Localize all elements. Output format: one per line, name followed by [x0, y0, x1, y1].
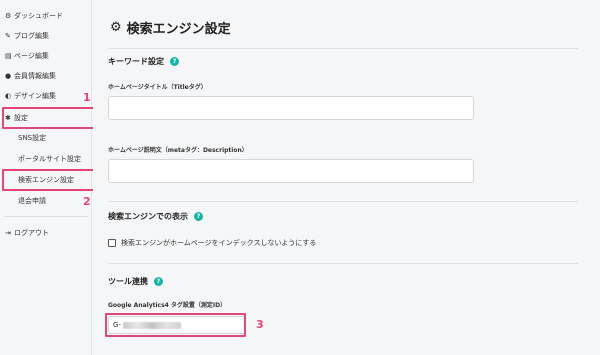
description-label: ホームページ説明文（metaタグ：Description） [108, 147, 248, 154]
help-icon[interactable]: ? [170, 57, 179, 66]
sidebar-item-design[interactable]: ◐ デザイン編集 [0, 86, 92, 106]
annotation-number-3: 3 [256, 318, 264, 331]
divider [108, 263, 578, 264]
pencil-icon: ✎ [5, 32, 11, 40]
noindex-label: 検索エンジンがホームページをインデックスしないようにする [121, 239, 317, 247]
section-title-display: 検索エンジンでの表示 ? [108, 211, 203, 222]
noindex-option[interactable]: 検索エンジンがホームページをインデックスしないようにする [108, 238, 316, 248]
sidebar-item-label: ブログ編集 [14, 32, 49, 40]
highlight-search-engine [2, 169, 96, 191]
user-icon: ● [5, 72, 12, 80]
description-input[interactable] [108, 159, 474, 183]
help-icon[interactable]: ? [154, 277, 163, 286]
sidebar-item-dashboard[interactable]: ⚙ ダッシュボード [0, 6, 92, 26]
help-icon[interactable]: ? [194, 212, 203, 221]
sidebar-subitem-sns[interactable]: SNS設定 [0, 128, 92, 148]
sidebar-subitem-portal[interactable]: ポータルサイト設定 [0, 149, 92, 169]
gear-icon: ⚙ [110, 20, 122, 35]
sidebar-subitem-withdraw[interactable]: 退会申請 [0, 191, 92, 211]
highlight-ga4-input [105, 313, 246, 337]
sidebar-item-label: ダッシュボード [14, 12, 63, 20]
palette-icon: ◐ [5, 92, 12, 100]
sidebar-subitem-label: 退会申請 [18, 197, 46, 205]
sidebar-item-label: ページ編集 [14, 52, 49, 60]
divider [108, 48, 578, 49]
logout-icon: ⇥ [5, 229, 11, 237]
ga4-label: Google Analytics4 タグ設置（測定ID） [108, 302, 227, 309]
pages-icon: ▤ [5, 52, 12, 60]
sidebar-subitem-label: SNS設定 [18, 134, 47, 142]
section-title-keyword: キーワード設定 ? [108, 56, 179, 67]
sidebar-subitem-label: ポータルサイト設定 [18, 155, 81, 163]
sliders-icon: ⚙ [5, 12, 12, 20]
section-title-tools: ツール連携 ? [108, 276, 163, 287]
highlight-settings [2, 107, 96, 129]
sidebar-divider [4, 216, 88, 217]
sidebar-item-label: 会員情報編集 [14, 72, 56, 80]
annotation-number-2: 2 [83, 195, 91, 208]
sidebar-item-logout[interactable]: ⇥ ログアウト [0, 223, 92, 243]
sidebar-item-label: デザイン編集 [14, 92, 56, 100]
sidebar-item-blog[interactable]: ✎ ブログ編集 [0, 26, 92, 46]
divider [108, 201, 578, 202]
sidebar-item-pages[interactable]: ▤ ページ編集 [0, 46, 92, 66]
noindex-checkbox[interactable] [108, 239, 116, 247]
annotation-number-1: 1 [83, 91, 91, 104]
homepage-title-input[interactable] [108, 96, 474, 120]
sidebar-item-member[interactable]: ● 会員情報編集 [0, 66, 92, 86]
sidebar-item-label: ログアウト [14, 229, 49, 237]
page-title: ⚙ 検索エンジン設定 [110, 20, 231, 37]
main-content: ⚙ 検索エンジン設定 キーワード設定 ? ホームページタイトル（Titleタグ）… [93, 0, 600, 355]
homepage-title-label: ホームページタイトル（Titleタグ） [108, 84, 207, 91]
